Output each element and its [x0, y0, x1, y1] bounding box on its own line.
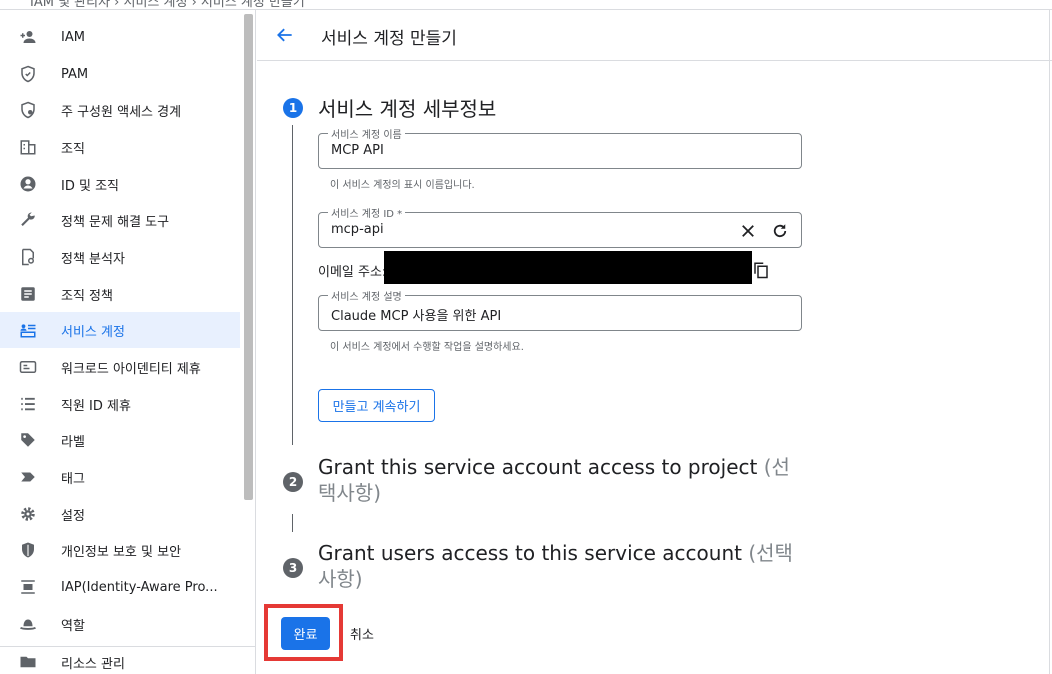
sidebar-item-label: 주 구성원 액세스 경계	[61, 104, 182, 120]
sidebar-item-label: 서비스 계정	[61, 324, 125, 340]
security-shield-icon	[19, 541, 37, 559]
sidebar-item-label: 개인정보 보호 및 보안	[61, 544, 182, 560]
field-value[interactable]: Claude MCP 사용을 위한 API	[331, 305, 501, 324]
service-account-name-field[interactable]: 서비스 계정 이름 MCP API	[318, 126, 802, 169]
sidebar-item-label: 태그	[61, 471, 85, 487]
sidebar-item-label: 설정	[61, 508, 85, 524]
account-circle-icon	[19, 175, 37, 193]
description-field-hint: 이 서비스 계정에서 수행할 작업을 설명하세요.	[330, 342, 524, 353]
article-icon	[19, 285, 37, 303]
sidebar: IAM PAM 주 구성원 액세스 경계 조직 ID 및 조직 정책 문제 해결…	[0, 10, 256, 674]
sidebar-item-principal-access-boundary[interactable]: 주 구성원 액세스 경계	[0, 92, 240, 128]
field-value[interactable]: mcp-api	[331, 222, 384, 237]
sidebar-item-label: 리소스 관리	[61, 656, 125, 672]
service-account-id-field[interactable]: 서비스 계정 ID * mcp-api	[318, 205, 802, 248]
id-card-icon	[19, 358, 37, 376]
sidebar-item-label: IAM	[61, 29, 85, 45]
wrench-icon	[19, 211, 37, 229]
sidebar-item-org-policies[interactable]: 조직 정책	[0, 276, 240, 312]
sidebar-item-label: 직원 ID 제휴	[61, 398, 131, 414]
sidebar-item-label: 워크로드 아이덴티티 제휴	[61, 361, 201, 377]
sidebar-item-resource-management[interactable]: 리소스 관리	[0, 644, 240, 674]
breadcrumb-text: IAM 및 관리자 › 서비스 계정 › 서비스 계정 만들기	[30, 0, 305, 10]
done-button[interactable]: 완료	[281, 617, 330, 650]
refresh-icon[interactable]	[771, 222, 789, 240]
service-account-icon	[19, 321, 37, 339]
sidebar-item-label: 조직 정책	[61, 288, 113, 304]
clear-icon[interactable]	[739, 222, 757, 240]
sidebar-item-labels[interactable]: 라벨	[0, 422, 240, 458]
sidebar-item-label: 라벨	[61, 434, 85, 450]
step-2-indicator: 2	[283, 472, 303, 492]
sidebar-item-pam[interactable]: PAM	[0, 56, 240, 92]
app-root: IAM 및 관리자 › 서비스 계정 › 서비스 계정 만들기 IAM PAM …	[0, 0, 1052, 674]
tag-icon	[19, 431, 37, 449]
sidebar-item-label: 역할	[61, 618, 85, 634]
sidebar-item-service-accounts[interactable]: 서비스 계정	[0, 312, 240, 348]
list-icon	[19, 395, 37, 413]
sidebar-item-tags[interactable]: 태그	[0, 459, 240, 495]
step-title-main: Grant this service account access to pro…	[318, 455, 758, 479]
step-3-title[interactable]: Grant users access to this service accou…	[318, 540, 808, 592]
sidebar-item-workforce-identity-federation[interactable]: 직원 ID 제휴	[0, 386, 240, 422]
gear-icon	[19, 505, 37, 523]
sidebar-item-policy-analyzer[interactable]: 정책 분석자	[0, 239, 240, 275]
document-search-icon	[19, 248, 37, 266]
sidebar-item-label: IAP(Identity-Aware Pro...	[61, 579, 218, 595]
page-header: 서비스 계정 만들기	[257, 10, 1052, 61]
service-account-description-field[interactable]: 서비스 계정 설명 Claude MCP 사용을 위한 API	[318, 288, 802, 331]
sidebar-item-organization[interactable]: 조직	[0, 129, 240, 165]
sidebar-item-label: PAM	[61, 66, 89, 82]
sidebar-item-label: ID 및 조직	[61, 178, 119, 194]
sidebar-item-label: 정책 문제 해결 도구	[61, 214, 170, 230]
redacted-email	[384, 251, 752, 284]
label-arrow-icon	[19, 468, 37, 486]
folder-icon	[19, 653, 37, 671]
iap-icon	[19, 578, 37, 596]
sidebar-item-workload-identity-federation[interactable]: 워크로드 아이덴티티 제휴	[0, 349, 240, 385]
step-1-indicator: 1	[283, 98, 303, 118]
breadcrumb: IAM 및 관리자 › 서비스 계정 › 서비스 계정 만들기	[0, 0, 1052, 10]
field-label: 서비스 계정 이름	[328, 126, 405, 141]
create-and-continue-button[interactable]: 만들고 계속하기	[318, 389, 435, 422]
sidebar-item-label: 조직	[61, 141, 85, 157]
step-title-main: Grant users access to this service accou…	[318, 541, 742, 565]
email-address-label: 이메일 주소:	[318, 265, 387, 280]
sidebar-item-iap[interactable]: IAP(Identity-Aware Pro...	[0, 569, 240, 605]
step-1-title: 서비스 계정 세부정보	[318, 97, 497, 121]
back-arrow-icon[interactable]	[275, 25, 295, 45]
step-connector	[292, 514, 293, 532]
step-3-indicator: 3	[283, 558, 303, 578]
shield-icon	[19, 65, 37, 83]
sidebar-item-policy-troubleshooter[interactable]: 정책 문제 해결 도구	[0, 202, 240, 238]
page-title: 서비스 계정 만들기	[321, 29, 457, 49]
building-icon	[19, 138, 37, 156]
step-connector	[292, 125, 293, 445]
sidebar-scrollbar[interactable]	[244, 14, 253, 500]
field-label: 서비스 계정 설명	[328, 288, 405, 303]
sidebar-item-roles[interactable]: 역할	[0, 606, 240, 642]
sidebar-item-privacy-security[interactable]: 개인정보 보호 및 보안	[0, 532, 240, 568]
policy-shield-icon	[19, 101, 37, 119]
hat-icon	[19, 615, 37, 633]
sidebar-item-label: 정책 분석자	[61, 251, 125, 267]
sidebar-item-settings[interactable]: 설정	[0, 496, 240, 532]
field-value[interactable]: MCP API	[331, 143, 384, 158]
sidebar-item-identity-organization[interactable]: ID 및 조직	[0, 166, 240, 202]
copy-icon[interactable]	[752, 261, 770, 279]
field-label: 서비스 계정 ID *	[328, 205, 406, 220]
step-2-title[interactable]: Grant this service account access to pro…	[318, 454, 808, 506]
sidebar-item-iam[interactable]: IAM	[0, 19, 240, 55]
cancel-button[interactable]: 취소	[350, 624, 374, 643]
person-add-icon	[19, 28, 37, 46]
name-field-hint: 이 서비스 계정의 표시 이름입니다.	[330, 180, 475, 191]
